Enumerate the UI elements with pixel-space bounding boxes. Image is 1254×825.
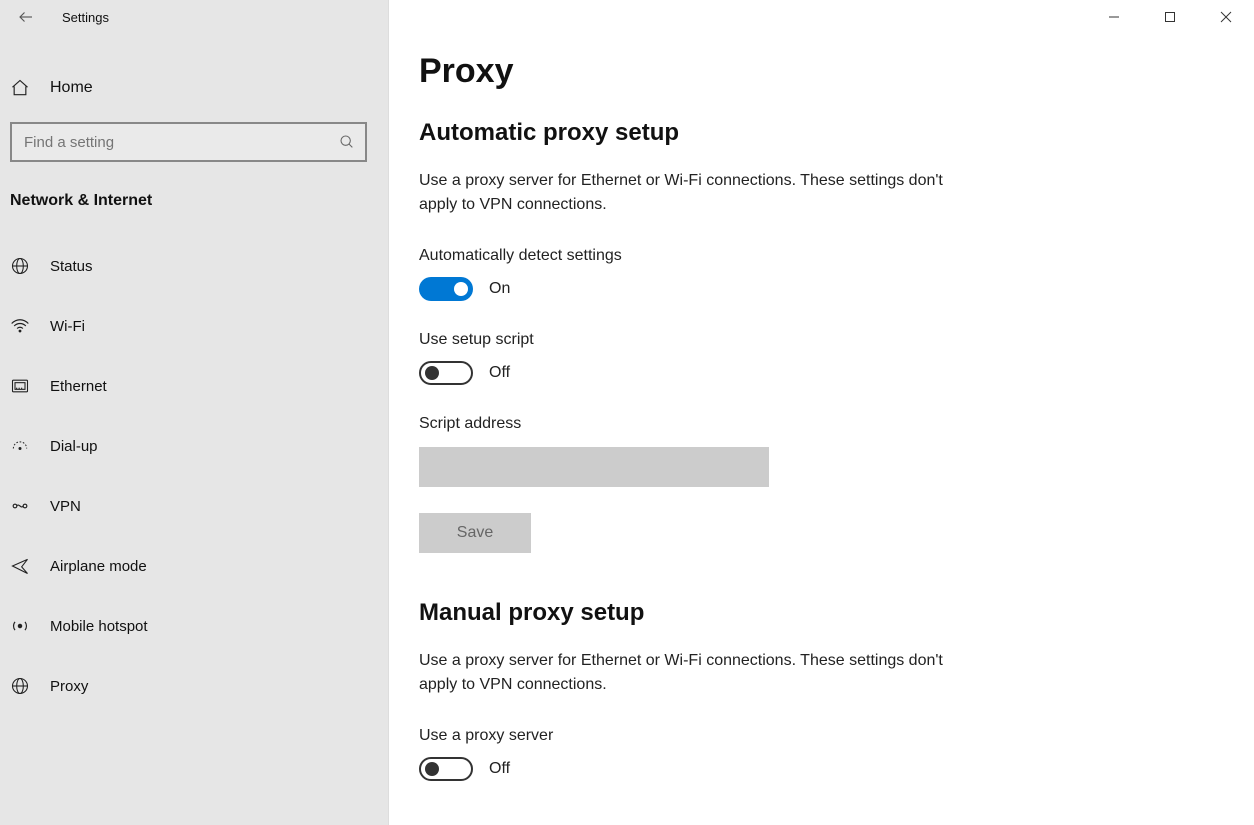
sidebar-item-label: Mobile hotspot: [50, 618, 148, 635]
search-wrap: [0, 112, 388, 162]
maximize-button[interactable]: [1142, 0, 1198, 34]
auto-proxy-heading: Automatic proxy setup: [419, 119, 1254, 147]
ethernet-icon: [10, 376, 38, 396]
use-proxy-toggle[interactable]: [419, 757, 473, 781]
close-button[interactable]: [1198, 0, 1254, 34]
sidebar-section-title: Network & Internet: [0, 162, 388, 224]
back-button[interactable]: [8, 0, 44, 34]
sidebar-item-airplane[interactable]: Airplane mode: [0, 542, 388, 590]
home-label: Home: [50, 79, 93, 97]
vpn-icon: [10, 496, 38, 516]
home-nav-item[interactable]: Home: [0, 64, 388, 112]
script-address-label: Script address: [419, 415, 1254, 433]
titlebar-left: Settings: [0, 0, 388, 34]
globe-icon: [10, 256, 38, 276]
search-icon: [339, 134, 355, 150]
sidebar-item-label: Proxy: [50, 678, 88, 695]
sidebar: Settings Home Network & Internet: [0, 0, 389, 825]
home-icon: [10, 78, 38, 98]
use-script-label: Use setup script: [419, 331, 1254, 349]
auto-proxy-description: Use a proxy server for Ethernet or Wi-Fi…: [419, 169, 949, 217]
airplane-icon: [10, 556, 38, 576]
maximize-icon: [1164, 11, 1176, 23]
manual-proxy-heading: Manual proxy setup: [419, 599, 1254, 627]
minimize-button[interactable]: [1086, 0, 1142, 34]
use-script-state-text: Off: [489, 364, 510, 382]
sidebar-item-vpn[interactable]: VPN: [0, 482, 388, 530]
window-controls: [389, 0, 1254, 34]
auto-detect-toggle-row: On: [419, 277, 1254, 301]
proxy-icon: [10, 676, 38, 696]
back-arrow-icon: [17, 8, 35, 26]
auto-detect-label: Automatically detect settings: [419, 247, 1254, 265]
app-root: Settings Home Network & Internet: [0, 0, 1254, 825]
sidebar-item-label: Airplane mode: [50, 558, 147, 575]
use-proxy-state-text: Off: [489, 760, 510, 778]
main-content: Proxy Automatic proxy setup Use a proxy …: [389, 0, 1254, 825]
search-box[interactable]: [10, 122, 367, 162]
auto-detect-state-text: On: [489, 280, 510, 298]
page-title: Proxy: [419, 52, 1254, 91]
sidebar-nav: Status Wi-Fi Ethernet: [0, 242, 388, 722]
search-input[interactable]: [24, 134, 339, 151]
app-title: Settings: [62, 10, 109, 25]
sidebar-item-hotspot[interactable]: Mobile hotspot: [0, 602, 388, 650]
auto-detect-toggle[interactable]: [419, 277, 473, 301]
sidebar-item-status[interactable]: Status: [0, 242, 388, 290]
use-script-toggle[interactable]: [419, 361, 473, 385]
wifi-icon: [10, 316, 38, 336]
hotspot-icon: [10, 616, 38, 636]
sidebar-item-label: VPN: [50, 498, 81, 515]
minimize-icon: [1108, 11, 1120, 23]
sidebar-item-label: Dial-up: [50, 438, 98, 455]
sidebar-item-proxy[interactable]: Proxy: [0, 662, 388, 710]
use-proxy-server-label: Use a proxy server: [419, 727, 1254, 745]
dial-up-icon: [10, 436, 38, 456]
sidebar-item-label: Ethernet: [50, 378, 107, 395]
sidebar-item-wifi[interactable]: Wi-Fi: [0, 302, 388, 350]
use-script-toggle-row: Off: [419, 361, 1254, 385]
script-address-input[interactable]: [419, 447, 769, 487]
close-icon: [1220, 11, 1232, 23]
sidebar-item-label: Status: [50, 258, 93, 275]
sidebar-item-ethernet[interactable]: Ethernet: [0, 362, 388, 410]
manual-proxy-description: Use a proxy server for Ethernet or Wi-Fi…: [419, 649, 949, 697]
sidebar-item-label: Wi-Fi: [50, 318, 85, 335]
sidebar-item-dialup[interactable]: Dial-up: [0, 422, 388, 470]
save-button[interactable]: Save: [419, 513, 531, 553]
use-proxy-toggle-row: Off: [419, 757, 1254, 781]
content-area: Proxy Automatic proxy setup Use a proxy …: [389, 34, 1254, 781]
